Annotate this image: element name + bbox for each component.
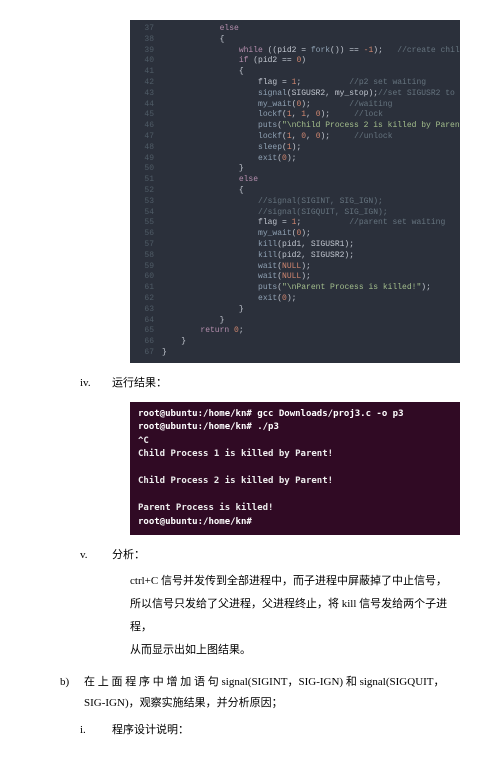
marker-iv: iv. bbox=[80, 373, 112, 394]
term-l4: Child Process 1 is killed by Parent! bbox=[138, 449, 333, 459]
analysis-p2: 所以信号只发给了父进程，父进程终止，将 kill 信号发给两个子进程， bbox=[130, 593, 460, 639]
analysis-p1: ctrl+C 信号并发传到全部进程中，而子进程中屏蔽掉了中止信号， bbox=[130, 570, 460, 593]
term-l2: root@ubuntu:/home/kn# ./p3 bbox=[138, 422, 279, 432]
item-iv: iv. 运行结果： bbox=[80, 373, 460, 394]
term-l9: root@ubuntu:/home/kn# bbox=[138, 517, 252, 527]
term-l6: Child Process 2 is killed by Parent! bbox=[138, 476, 333, 486]
marker-i: i. bbox=[80, 720, 112, 741]
terminal-output: root@ubuntu:/home/kn# gcc Downloads/proj… bbox=[130, 402, 460, 536]
b-l1: 在 上 面 程 序 中 增 加 语 句 signal(SIGINT，SIG-IG… bbox=[84, 676, 445, 688]
label-v: 分析： bbox=[112, 545, 460, 566]
term-l3: ^C bbox=[138, 436, 149, 446]
label-i: 程序设计说明： bbox=[112, 720, 460, 741]
code-editor: 37 else 38 { 39 while ((pid2 = fork()) =… bbox=[130, 20, 460, 363]
b-l2: SIG-IGN)，观察实施结果，并分析原因； bbox=[84, 697, 283, 709]
marker-v: v. bbox=[80, 545, 112, 566]
term-l8: Parent Process is killed! bbox=[138, 503, 273, 513]
term-l1: root@ubuntu:/home/kn# gcc Downloads/proj… bbox=[138, 409, 404, 419]
item-i: i. 程序设计说明： bbox=[80, 720, 460, 741]
item-v: v. 分析： bbox=[80, 545, 460, 566]
analysis-p3: 从而显示出如上图结果。 bbox=[130, 639, 460, 662]
label-iv: 运行结果： bbox=[112, 373, 460, 394]
